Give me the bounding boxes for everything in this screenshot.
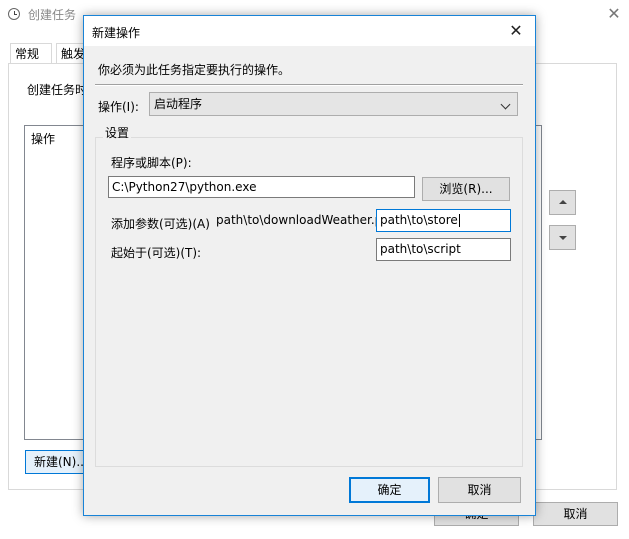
- actions-instruction: 创建任务时: [27, 83, 88, 97]
- task-cancel-button[interactable]: 取消: [533, 502, 618, 526]
- dialog-titlebar: 新建操作 ✕: [84, 16, 535, 46]
- start-in-label: 起始于(可选)(T):: [111, 246, 202, 260]
- browse-button[interactable]: 浏览(R)...: [422, 177, 510, 201]
- move-down-button[interactable]: [549, 225, 576, 250]
- move-up-button[interactable]: [549, 190, 576, 215]
- create-task-title: 创建任务: [28, 8, 77, 22]
- text-caret: [458, 214, 460, 227]
- actions-list-header[interactable]: 操作: [31, 130, 55, 147]
- program-label: 程序或脚本(P):: [111, 156, 192, 170]
- separator-highlight: [95, 85, 523, 86]
- action-label: 操作(I):: [98, 100, 139, 114]
- arguments-label: 添加参数(可选)(A): [111, 217, 210, 231]
- program-input[interactable]: C:\Python27\python.exe: [108, 176, 415, 198]
- new-action-dialog: 新建操作 ✕ 你必须为此任务指定要执行的操作。 操作(I): 启动程序 设置 程…: [83, 15, 536, 516]
- tab-general[interactable]: 常规: [10, 43, 52, 63]
- arguments-input-value: path\to\store: [380, 213, 458, 227]
- close-icon[interactable]: ✕: [604, 4, 624, 24]
- settings-legend: 设置: [103, 124, 132, 141]
- arguments-overlay-text: path\to\downloadWeather.py: [216, 213, 390, 227]
- arguments-input[interactable]: path\to\store: [376, 209, 511, 232]
- action-select[interactable]: 启动程序: [149, 92, 518, 116]
- cancel-button[interactable]: 取消: [438, 477, 521, 503]
- dialog-close-icon[interactable]: ✕: [504, 20, 528, 42]
- dialog-instruction: 你必须为此任务指定要执行的操作。: [98, 63, 291, 77]
- chevron-down-icon: [500, 99, 511, 110]
- dialog-title: 新建操作: [92, 26, 141, 40]
- ok-button[interactable]: 确定: [349, 477, 430, 503]
- clock-icon: [8, 8, 20, 20]
- action-select-value: 启动程序: [154, 97, 203, 111]
- start-in-input[interactable]: path\to\script: [376, 238, 511, 261]
